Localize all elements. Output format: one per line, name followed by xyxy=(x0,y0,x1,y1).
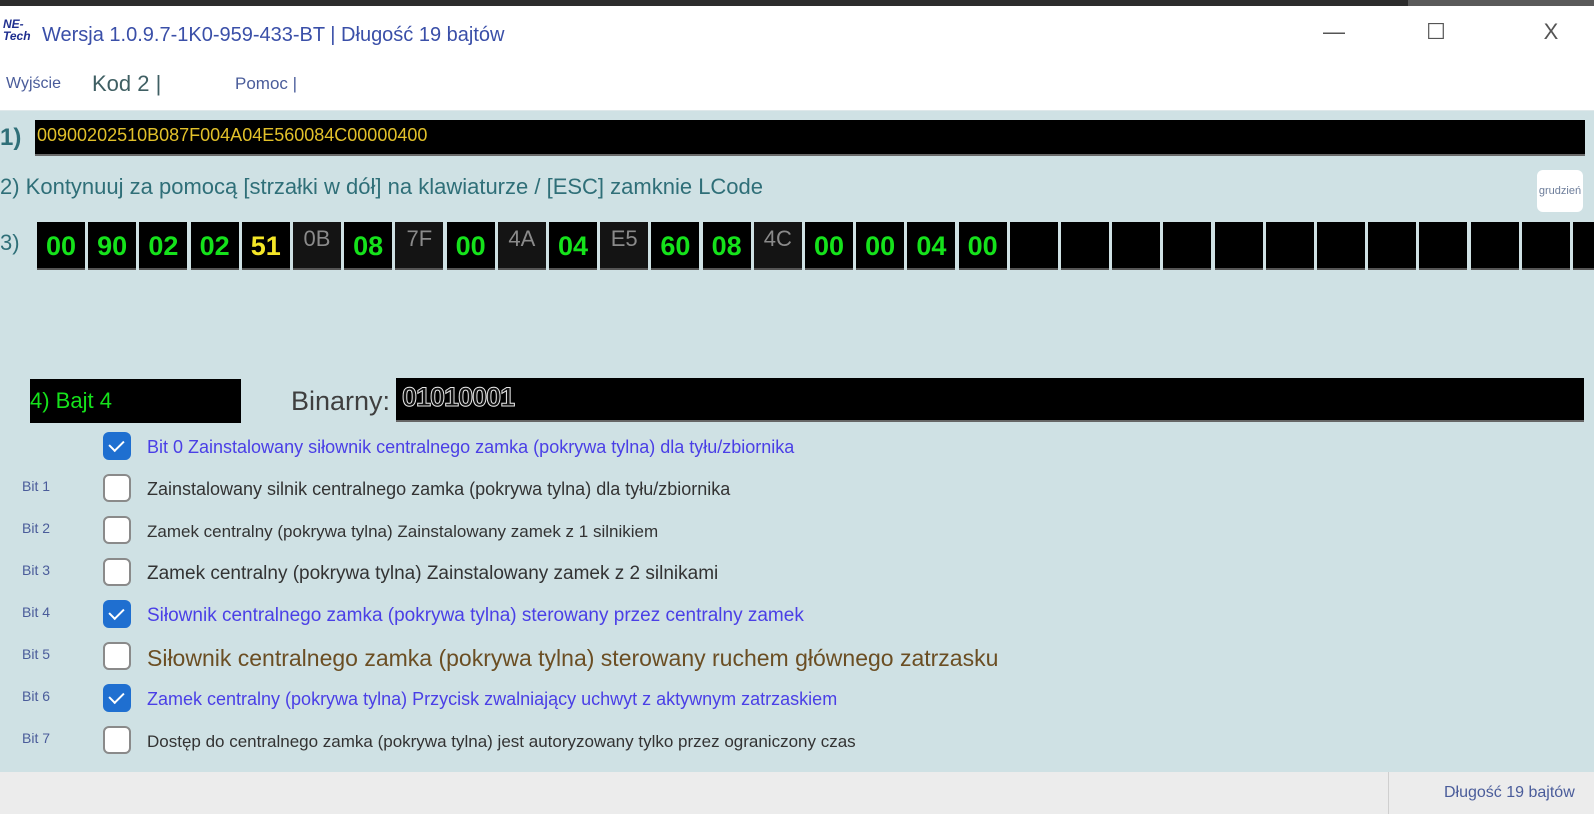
byte-cell[interactable]: E5 xyxy=(600,222,649,270)
bit-row: Bit 7 Dostęp do centralnego zamka (pokryw… xyxy=(0,724,1200,760)
bit-label: Bit 6 xyxy=(22,688,51,704)
bit-row: Bit 6 Zamek centralny (pokrywa tylna) Prz… xyxy=(0,682,1200,718)
byte-cell[interactable]: 60 xyxy=(651,222,700,270)
byte-cell[interactable] xyxy=(1573,222,1594,270)
byte-cell[interactable]: 4A xyxy=(497,222,546,270)
code-value: 00900202510B087F004A04E560084C00000400 xyxy=(37,125,428,145)
bit-description: Zamek centralny (pokrywa tylna) Przycisk… xyxy=(147,689,838,709)
checkbox-checked[interactable] xyxy=(103,684,131,712)
bit-label: Bit 4 xyxy=(22,604,51,620)
checkbox-checked[interactable] xyxy=(103,600,131,628)
byte-cell[interactable]: 00 xyxy=(805,222,853,270)
byte-cell[interactable]: 90 xyxy=(88,222,137,270)
byte-cell[interactable] xyxy=(1163,222,1212,270)
bit-description: Dostęp do centralnego zamka (pokrywa tyl… xyxy=(147,731,856,751)
byte-cell[interactable]: 04 xyxy=(549,222,597,270)
byte-cell[interactable]: 02 xyxy=(190,222,239,270)
code-input[interactable]: 00900202510B087F004A04E560084C00000400 xyxy=(35,120,1585,156)
bit-description: Zamek centralny (pokrywa tylna) Zainstal… xyxy=(147,521,659,541)
logo-line-2: Tech xyxy=(3,29,31,43)
byte-cell[interactable] xyxy=(1368,222,1417,270)
bit-description: Zainstalowany silnik centralnego zamka (… xyxy=(147,479,731,499)
hint-text: 2) Kontynuuj za pomocą [strzałki w dół] … xyxy=(0,174,764,199)
title-bar: NE- Tech Wersja 1.0.9.7-1K0-959-433-BT |… xyxy=(0,6,1594,58)
byte-cell[interactable]: 00 xyxy=(856,222,905,270)
month-button[interactable]: grudzień xyxy=(1537,170,1583,212)
bit-row: Bit 1 Zainstalowany silnik centralnego za… xyxy=(0,472,1200,508)
menu-exit[interactable]: Wyjście xyxy=(6,58,61,110)
byte-cell[interactable]: 0B xyxy=(293,222,341,270)
bit-description: Zamek centralny (pokrywa tylna) Zainstal… xyxy=(147,562,719,584)
byte-label: 4) Bajt 4 xyxy=(30,388,112,413)
binary-field[interactable]: 01010001 xyxy=(396,378,1584,422)
byte-cell[interactable]: 51 xyxy=(241,222,290,270)
minimize-button[interactable]: — xyxy=(1310,14,1358,50)
status-bar: Długość 19 bajtów xyxy=(0,772,1594,814)
bit-label: Bit 3 xyxy=(22,562,51,578)
byte-cell[interactable] xyxy=(1009,222,1058,270)
byte-cell[interactable] xyxy=(1265,222,1314,270)
status-separator xyxy=(1388,772,1389,814)
bit-row: Bit 4 Siłownik centralnego zamka (pokrywa… xyxy=(0,598,1200,634)
close-button[interactable]: X xyxy=(1527,14,1575,50)
byte-cell[interactable] xyxy=(1419,222,1468,270)
binary-value: 01010001 xyxy=(401,382,515,413)
bit-row: Bit 3 Zamek centralny (pokrywa tylna) Zai… xyxy=(0,556,1200,592)
byte-cell[interactable] xyxy=(1317,222,1365,270)
bit-label: Bit 2 xyxy=(22,520,51,536)
bit-row: Bit 2 Zamek centralny (pokrywa tylna) Zai… xyxy=(0,514,1200,550)
byte-cell[interactable]: 08 xyxy=(344,222,393,270)
bit-description: Siłownik centralnego zamka (pokrywa tyln… xyxy=(147,644,999,671)
checkbox-checked[interactable] xyxy=(103,432,131,460)
byte-cell[interactable]: 4C xyxy=(753,222,802,270)
byte-cell[interactable]: 7F xyxy=(395,222,444,270)
byte-cell[interactable] xyxy=(1061,222,1109,270)
menu-help[interactable]: Pomoc | xyxy=(235,58,297,110)
byte-cell[interactable] xyxy=(1214,222,1263,270)
byte-cell[interactable]: 04 xyxy=(907,222,956,270)
byte-cell[interactable]: 02 xyxy=(139,222,188,270)
checkbox-unchecked[interactable] xyxy=(103,642,131,670)
checkbox-unchecked[interactable] xyxy=(103,558,131,586)
status-length: Długość 19 bajtów xyxy=(1444,784,1575,801)
app-window: NE- Tech Wersja 1.0.9.7-1K0-959-433-BT |… xyxy=(0,6,1594,814)
byte-cell[interactable] xyxy=(1112,222,1161,270)
byte-cell[interactable] xyxy=(1470,222,1519,270)
row1-label: 1) xyxy=(0,124,22,151)
window-title: Wersja 1.0.9.7-1K0-959-433-BT | Długość … xyxy=(42,24,505,46)
byte-cell[interactable]: 00 xyxy=(958,222,1007,270)
bit-description: Siłownik centralnego zamka (pokrywa tyln… xyxy=(147,604,804,626)
bit-row: Bit 0 Zainstalowany siłownik centralnego… xyxy=(0,430,1200,466)
maximize-button[interactable]: ☐ xyxy=(1412,14,1460,50)
byte-cell[interactable]: 00 xyxy=(37,222,85,270)
byte-cell[interactable]: 08 xyxy=(702,222,751,270)
menu-code[interactable]: Kod 2 | xyxy=(92,58,161,110)
bit-row: Bit 5 Siłownik centralnego zamka (pokrywa… xyxy=(0,640,1200,676)
byte-cell[interactable]: 00 xyxy=(446,222,495,270)
binary-label: Binarny: xyxy=(291,386,391,416)
byte-selector[interactable]: 4) Bajt 4 xyxy=(30,379,241,423)
menu-bar: Wyjście Kod 2 | Pomoc | xyxy=(0,58,1594,111)
checkbox-unchecked[interactable] xyxy=(103,474,131,502)
row3-label: 3) xyxy=(0,230,20,255)
byte-cell[interactable] xyxy=(1521,222,1570,270)
bit-label: Bit 1 xyxy=(22,478,51,494)
checkbox-unchecked[interactable] xyxy=(103,516,131,544)
bit-label: Bit 5 xyxy=(22,646,51,662)
ne-tech-logo: NE- Tech xyxy=(3,18,37,50)
bit-description: Bit 0 Zainstalowany siłownik centralnego… xyxy=(147,437,795,457)
checkbox-unchecked[interactable] xyxy=(103,726,131,754)
bit-label: Bit 7 xyxy=(22,730,51,746)
